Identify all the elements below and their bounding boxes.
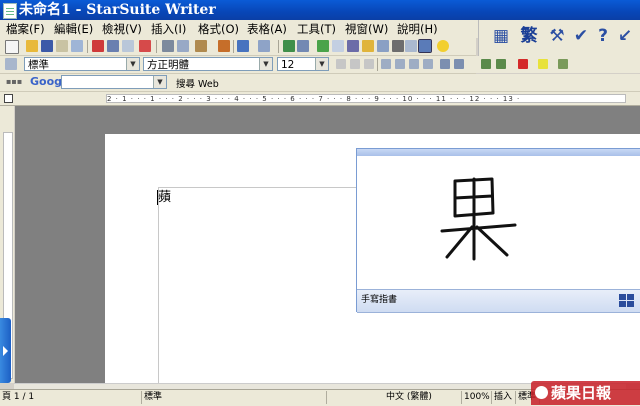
insert-table-icon[interactable] — [297, 40, 309, 52]
underline-icon[interactable] — [364, 59, 374, 69]
increase-indent-icon[interactable] — [496, 59, 506, 69]
align-center-icon[interactable] — [395, 59, 405, 69]
highlight-icon[interactable] — [538, 59, 548, 69]
keyboard-icon[interactable] — [619, 294, 635, 308]
close-arrow-icon[interactable]: ↙ — [613, 24, 637, 48]
tools-icon[interactable]: ⚒ — [545, 24, 569, 48]
font-size-value: 12 — [281, 59, 295, 71]
check-icon[interactable]: ✔ — [569, 24, 593, 48]
newspaper-watermark: 蘋果日報 — [531, 381, 640, 405]
menu-window[interactable]: 視窗(W) — [345, 21, 388, 37]
font-name-value: 方正明體 — [147, 59, 189, 71]
watermark-text: 蘋果日報 — [551, 384, 612, 402]
undo-icon[interactable] — [237, 40, 249, 52]
background-color-icon[interactable] — [558, 59, 568, 69]
menu-help[interactable]: 說明(H) — [397, 21, 438, 37]
menu-format[interactable]: 格式(O) — [198, 21, 239, 37]
formatting-toolbar-extra — [476, 56, 640, 73]
open-folder-icon[interactable] — [26, 40, 38, 52]
menu-file[interactable]: 檔案(F) — [6, 21, 45, 37]
chevron-down-icon[interactable]: ▼ — [315, 58, 328, 70]
menu-edit[interactable]: 編輯(E) — [54, 21, 93, 37]
find-replace-icon[interactable] — [332, 40, 344, 52]
zoom-icon[interactable] — [405, 40, 417, 52]
export-pdf-icon[interactable] — [92, 40, 104, 52]
chevron-down-icon[interactable]: ▼ — [153, 76, 166, 88]
window-title: 未命名1 - StarSuite Writer — [19, 2, 216, 18]
italic-icon[interactable] — [350, 59, 360, 69]
chevron-down-icon[interactable]: ▼ — [259, 58, 272, 70]
handwriting-title-bar[interactable] — [357, 149, 640, 156]
status-style[interactable]: 標準 — [142, 391, 327, 404]
formatting-toolbar: 標準 ▼ 方正明體 ▼ 12 ▼ — [0, 56, 476, 74]
extra-toolbar: ▦ 繁 ⚒ ✔ ? ↙ — [478, 20, 640, 56]
toggle-icon[interactable] — [418, 39, 432, 53]
search-web-button[interactable]: 搜尋 Web — [176, 76, 219, 90]
font-color-icon[interactable] — [518, 59, 528, 69]
google-toolbar: ▪▪▪ Google ▼ 搜尋 Web — [0, 74, 640, 92]
menu-insert[interactable]: 插入(I) — [151, 21, 186, 37]
traditional-chinese-button[interactable]: 繁 — [517, 24, 541, 48]
font-size-select[interactable]: 12 ▼ — [277, 57, 329, 71]
horizontal-ruler[interactable]: 2 · 1 · · · 1 · · · 2 · · · 3 · · · 4 · … — [0, 92, 640, 106]
handwriting-panel[interactable]: 果 手寫指書 — [356, 148, 640, 312]
paste-icon[interactable] — [195, 40, 207, 52]
align-right-icon[interactable] — [409, 59, 419, 69]
menu-tools[interactable]: 工具(T) — [297, 21, 336, 37]
ruler-scale: 2 · 1 · · · 1 · · · 2 · · · 3 · · · 4 · … — [106, 94, 626, 103]
document-text[interactable]: 蘋 — [158, 190, 171, 205]
gallery-icon[interactable] — [362, 40, 374, 52]
align-left-icon[interactable] — [381, 59, 391, 69]
font-name-select[interactable]: 方正明體 ▼ — [143, 57, 273, 71]
formatting-marks-icon[interactable] — [392, 40, 404, 52]
hyperlink-icon[interactable] — [283, 40, 295, 52]
handwriting-label: 手寫指書 — [361, 295, 398, 305]
apple-logo-icon — [535, 386, 548, 399]
chevron-down-icon[interactable]: ▼ — [126, 58, 139, 70]
help-agent-icon[interactable] — [437, 40, 449, 52]
edit-file-icon[interactable] — [56, 40, 68, 52]
save-icon[interactable] — [41, 40, 53, 52]
google-logo-prefix: ▪▪▪ — [6, 77, 23, 86]
show-draw-icon[interactable] — [317, 40, 329, 52]
sidebar-expand-tab[interactable] — [0, 318, 11, 383]
status-page[interactable]: 頁 1 / 1 — [0, 391, 142, 404]
menu-table[interactable]: 表格(A) — [247, 21, 287, 37]
paragraph-style-select[interactable]: 標準 ▼ — [24, 57, 140, 71]
data-sources-icon[interactable] — [377, 40, 389, 52]
status-language[interactable]: 中文 (繁體) — [327, 391, 462, 404]
page-preview-icon[interactable] — [122, 40, 134, 52]
grid-view-icon[interactable]: ▦ — [489, 24, 513, 48]
help-icon[interactable]: ? — [591, 24, 615, 48]
spellcheck-icon[interactable] — [139, 40, 151, 52]
menu-view[interactable]: 檢視(V) — [102, 21, 142, 37]
title-bar: 未命名1 - StarSuite Writer — [0, 0, 640, 20]
tab-stop-selector[interactable] — [4, 94, 13, 103]
standard-toolbar — [0, 38, 476, 56]
print-icon[interactable] — [107, 40, 119, 52]
handwritten-character — [440, 177, 517, 261]
format-paintbrush-icon[interactable] — [218, 40, 230, 52]
bullets-icon[interactable] — [454, 59, 464, 69]
handwriting-footer: 手寫指書 — [357, 289, 640, 312]
document-icon — [3, 3, 17, 19]
email-icon[interactable] — [71, 40, 83, 52]
styles-icon[interactable] — [5, 58, 17, 70]
cut-icon[interactable] — [162, 40, 174, 52]
navigator-icon[interactable] — [347, 40, 359, 52]
google-search-input[interactable]: ▼ — [61, 75, 167, 89]
decrease-indent-icon[interactable] — [481, 59, 491, 69]
bold-icon[interactable] — [336, 59, 346, 69]
justify-icon[interactable] — [423, 59, 433, 69]
new-document-icon[interactable] — [5, 40, 19, 54]
redo-icon[interactable] — [258, 40, 270, 52]
status-insert-mode[interactable]: 插入 — [492, 391, 516, 404]
paragraph-style-value: 標準 — [28, 59, 49, 71]
expand-arrow-icon — [3, 346, 8, 356]
status-zoom[interactable]: 100% — [462, 391, 492, 404]
numbering-icon[interactable] — [440, 59, 450, 69]
copy-icon[interactable] — [177, 40, 189, 52]
